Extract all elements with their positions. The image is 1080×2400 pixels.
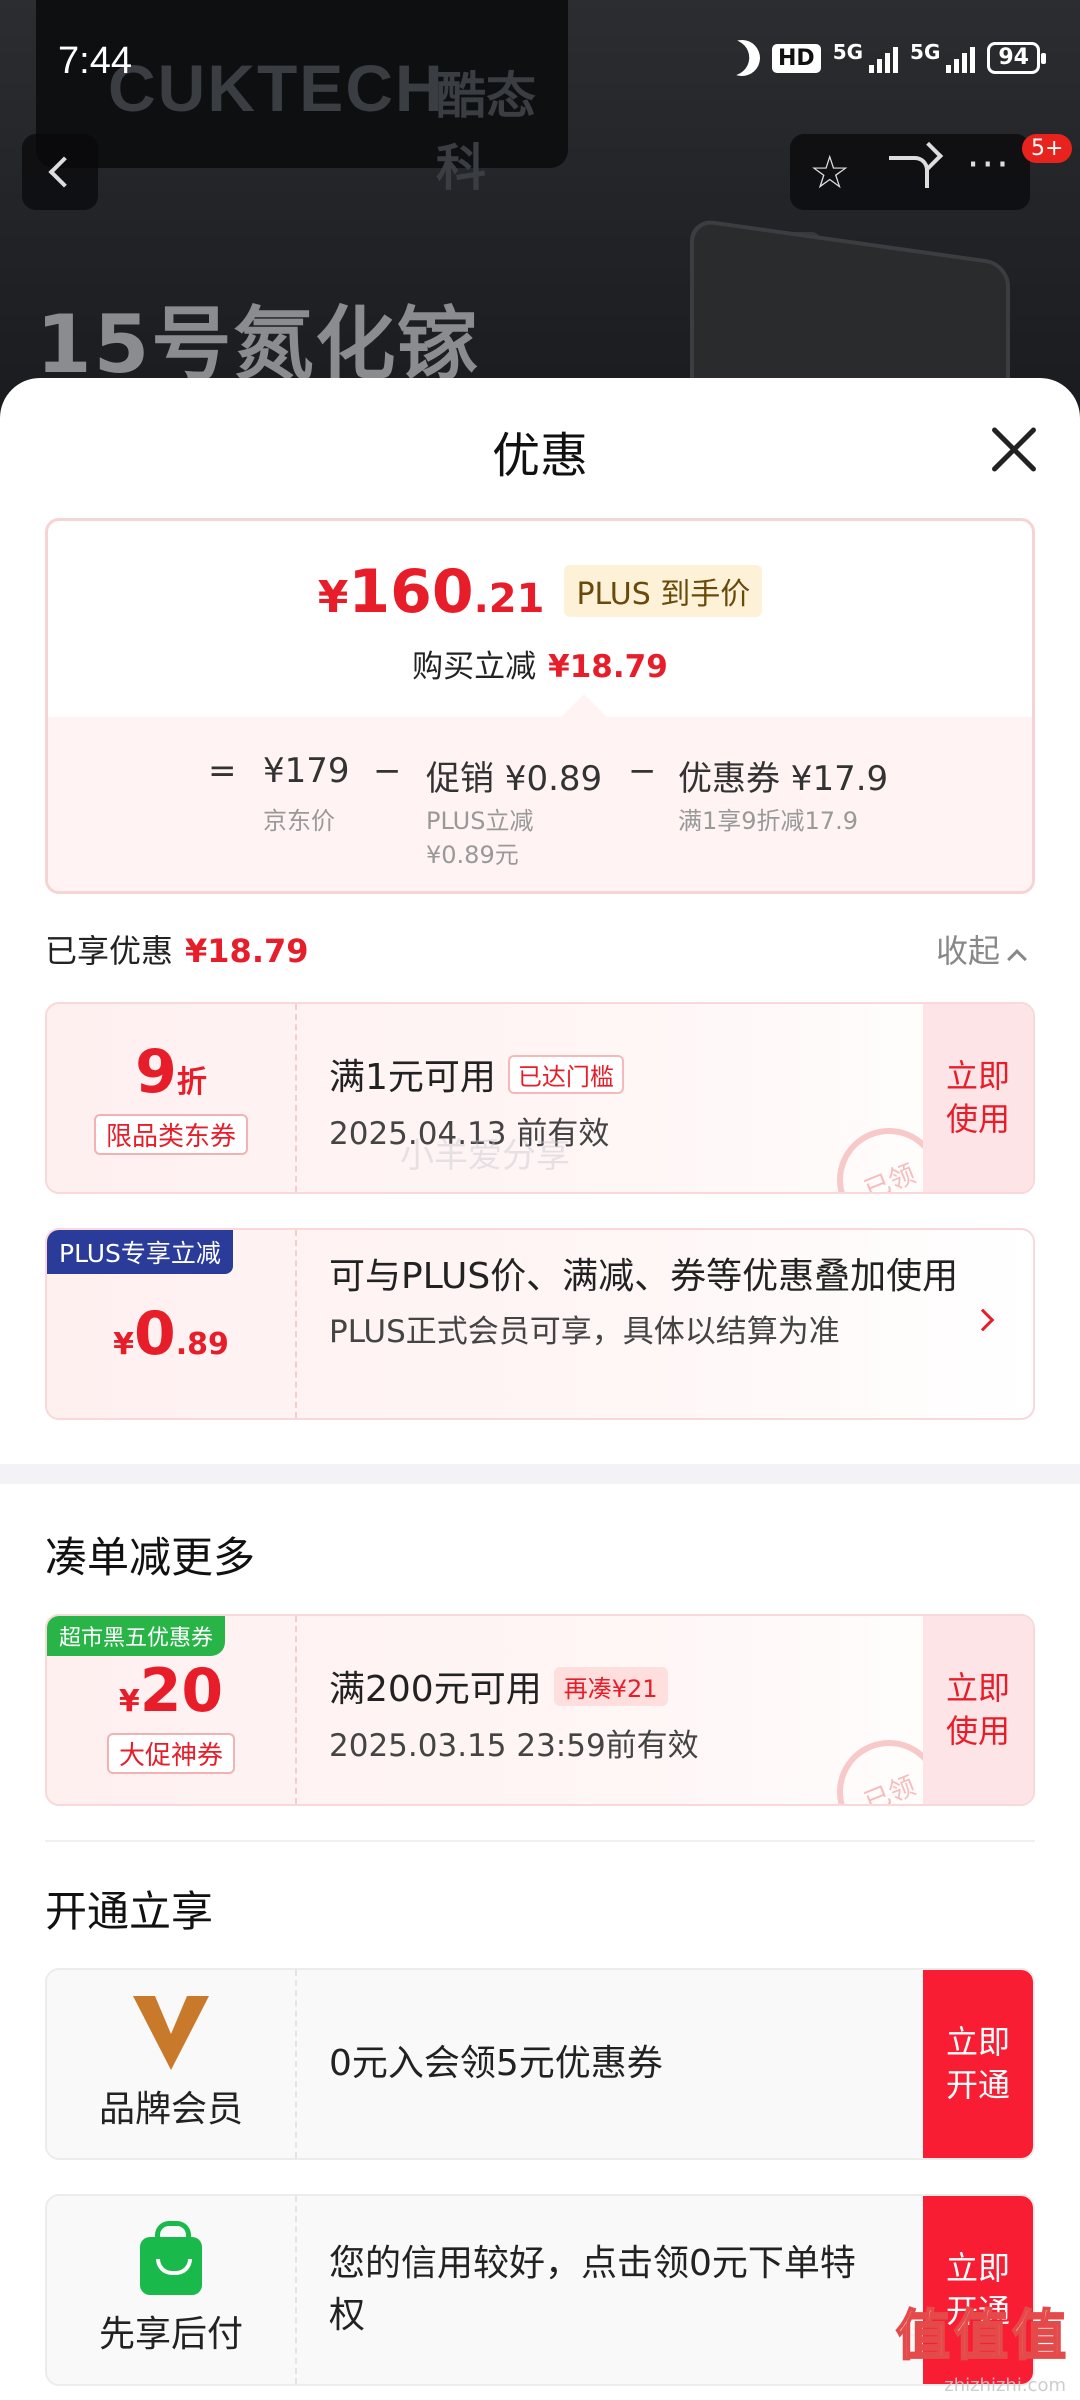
plus-amount-dec: .89	[175, 1327, 229, 1362]
plus-deal-line2: PLUS正式会员可享，具体以结算为准	[329, 1314, 840, 1351]
supermarket-amount: 20	[139, 1655, 224, 1726]
message-count-badge: 5+	[1022, 134, 1073, 163]
price-decimal: .21	[473, 576, 545, 622]
brand-member-name: 品牌会员	[98, 2089, 243, 2130]
signal-icon	[869, 43, 899, 73]
nav-actions: ☆ ···	[790, 134, 1030, 210]
minus-sign: −	[373, 751, 402, 791]
section-divider	[0, 1464, 1080, 1484]
price-summary-card: ¥160.21 PLUS 到手价 购买立减 ¥18.79 = ¥179 京东价 −…	[45, 518, 1035, 894]
final-price: ¥160.21 PLUS 到手价	[48, 557, 1032, 627]
plus-deal-card[interactable]: ¥0.89 PLUS专享立减 可与PLUS价、满减、券等优惠叠加使用 PLUS正…	[45, 1228, 1035, 1420]
enjoyed-label: 已享优惠	[45, 932, 174, 970]
instant-discount-label: 购买立减	[412, 649, 537, 685]
coupon-value: 9折 限品类东券	[47, 1004, 297, 1192]
enjoyed-discount: 已享优惠 ¥18.79	[45, 926, 309, 972]
brand-member-card: 品牌会员 0元入会领5元优惠券 立即开通	[45, 1968, 1035, 2160]
shopping-bag-icon	[140, 2221, 202, 2295]
status-icons: HD 5G 5G 94	[724, 40, 1046, 76]
use-coupon-button[interactable]: 立即使用	[923, 1004, 1033, 1192]
site-watermark-logo: 值值值	[895, 2303, 1070, 2368]
supermarket-condition: 满200元可用	[329, 1669, 542, 1710]
coupon-discount-number: 9	[135, 1036, 177, 1107]
instant-discount-value: ¥18.79	[548, 649, 668, 685]
network-5g-label: 5G	[832, 40, 864, 64]
brand-logo-cn: 酷态科	[436, 67, 536, 197]
pay-later-logo-area: 先享后付	[47, 2196, 297, 2384]
promo-sub-label: PLUS立减	[426, 807, 534, 835]
supermarket-gap-tag: 再凑¥21	[553, 1666, 668, 1706]
watermark-text: 小羊爱分享	[400, 1136, 570, 1176]
star-icon[interactable]: ☆	[809, 149, 850, 195]
coupon-condition: 满1元可用	[329, 1057, 496, 1098]
collapse-toggle[interactable]: 收起	[936, 926, 1027, 972]
supermarket-details: 满200元可用 再凑¥21 2025.03.15 23:59前有效	[329, 1660, 699, 1765]
brand-member-desc: 0元入会领5元优惠券	[329, 2042, 663, 2084]
brand-logo-text: CUKTECH	[108, 51, 445, 125]
status-time: 7:44	[58, 40, 132, 82]
plus-deal-line1: 可与PLUS价、满减、券等优惠叠加使用	[329, 1256, 959, 1297]
pay-later-card: 先享后付 您的信用较好，点击领0元下单特权 立即开通	[45, 2194, 1035, 2386]
do-not-disturb-icon	[719, 35, 765, 81]
brand-member-logo-area: 品牌会员	[47, 1970, 297, 2158]
pay-later-name: 先享后付	[98, 2314, 243, 2355]
enjoyed-value: ¥18.79	[185, 932, 309, 970]
minus-sign-2: −	[628, 751, 657, 791]
supermarket-coupon-card: ¥20 大促神券 超市黑五优惠券 满200元可用 再凑¥21 2025.03.15…	[45, 1614, 1035, 1806]
collapse-label: 收起	[936, 932, 1001, 970]
network-5g-label-2: 5G	[910, 40, 941, 64]
discount-sheet: 优惠 ¥160.21 PLUS 到手价 购买立减 ¥18.79 = ¥179 京东…	[0, 378, 1080, 2400]
promo-amount: 促销 ¥0.89	[426, 759, 603, 799]
jd-price-label: 京东价	[263, 807, 335, 835]
plus-amount-int: 0	[133, 1299, 176, 1369]
coupon-amount: 优惠券 ¥17.9	[678, 759, 889, 799]
open-brand-member-button[interactable]: 立即开通	[923, 1970, 1033, 2158]
more-icon[interactable]: ···	[967, 145, 1011, 185]
supermarket-ribbon: 超市黑五优惠券	[47, 1616, 226, 1656]
jd-price: ¥179	[263, 751, 350, 791]
hd-icon: HD	[772, 43, 821, 73]
site-watermark-url: zhizhizhi.com	[944, 2375, 1066, 2396]
thin-divider	[45, 1840, 1035, 1842]
chevron-right-icon	[971, 1308, 995, 1332]
instant-discount: 购买立减 ¥18.79	[48, 641, 1032, 686]
chevron-left-icon	[48, 156, 80, 188]
battery-icon: 94	[987, 42, 1046, 74]
currency-symbol: ¥	[317, 572, 349, 623]
plus-price-tag: PLUS 到手价	[564, 565, 763, 617]
coupon-sub-label: 满1享9折减17.9	[678, 807, 858, 835]
equals-sign: =	[208, 751, 237, 791]
signal-icon-2	[946, 43, 976, 73]
close-icon[interactable]	[984, 422, 1040, 478]
coupon-kind-tag: 限品类东券	[93, 1113, 248, 1155]
supermarket-currency: ¥	[118, 1683, 140, 1719]
brand-v-logo-icon	[133, 1996, 209, 2070]
pay-later-desc: 您的信用较好，点击领0元下单特权	[329, 2242, 856, 2336]
share-icon[interactable]	[888, 156, 929, 188]
coupon-discount-unit: 折	[176, 1064, 207, 1100]
promo-sub-value: ¥0.89元	[426, 841, 519, 869]
coupon-threshold-tag: 已达门槛	[507, 1054, 624, 1094]
back-button[interactable]	[22, 134, 98, 210]
use-supermarket-coupon-button[interactable]: 立即使用	[923, 1616, 1033, 1804]
plus-deal-details: 可与PLUS价、满减、券等优惠叠加使用 PLUS正式会员可享，具体以结算为准	[329, 1252, 969, 1351]
more-deals-title: 凑单减更多	[45, 1533, 256, 1582]
plus-deal-label: PLUS专享立减	[47, 1230, 233, 1274]
price-integer: 160	[348, 557, 474, 627]
price-breakdown-area	[48, 717, 1032, 891]
supermarket-kind-tag: 大促神券	[106, 1732, 235, 1774]
plus-currency: ¥	[113, 1327, 134, 1362]
open-benefits-title: 开通立享	[45, 1887, 214, 1936]
chevron-up-icon	[1007, 949, 1027, 969]
sheet-title: 优惠	[491, 428, 588, 484]
brand-banner: CUKTECH 酷态科	[36, 0, 568, 197]
supermarket-validity: 2025.03.15 23:59前有效	[329, 1728, 699, 1764]
